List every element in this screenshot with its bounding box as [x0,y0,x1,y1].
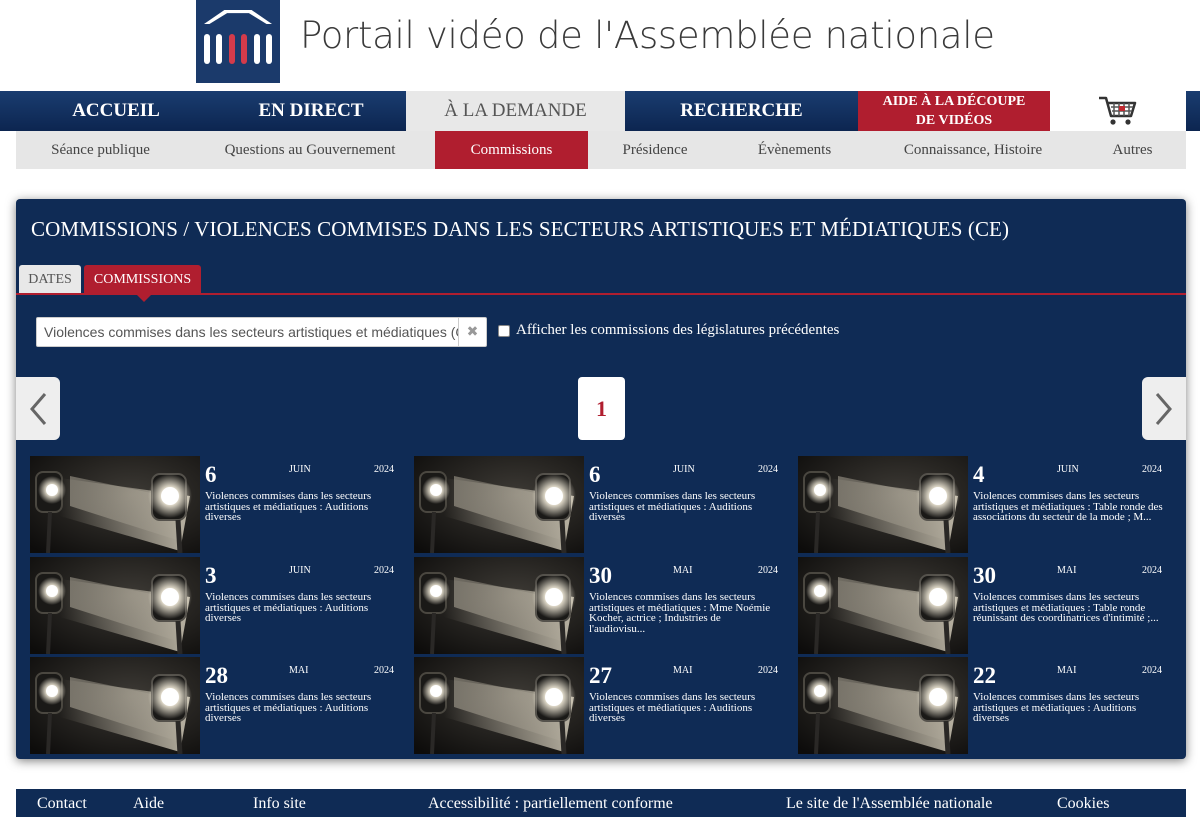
video-title[interactable]: Violences commises dans les secteurs art… [589,592,779,635]
nav-recherche[interactable]: RECHERCHE [625,91,858,131]
video-day: 30 [589,563,612,588]
subnav-commissions[interactable]: Commissions [435,131,588,169]
aide-line-2: DE VIDÉOS [915,113,993,128]
video-thumbnail[interactable] [798,657,968,754]
footer-cookies[interactable]: Cookies [1057,795,1109,813]
subnav-presidence[interactable]: Présidence [588,131,722,169]
video-month: MAI [289,665,309,676]
video-year: 2024 [758,565,778,576]
video-day: 6 [589,462,601,487]
footer-contact[interactable]: Contact [37,795,87,813]
shopping-cart-icon [1099,96,1137,125]
commission-select[interactable]: Violences commises dans les secteurs art… [36,317,487,347]
video-title[interactable]: Violences commises dans les secteurs art… [973,592,1163,624]
video-title[interactable]: Violences commises dans les secteurs art… [205,491,395,523]
video-thumbnail[interactable] [798,456,968,553]
video-thumbnail[interactable] [414,657,584,754]
video-card[interactable]: 3 JUIN 2024 Violences commises dans les … [30,557,402,654]
logo-columns [204,34,272,64]
video-card[interactable]: 27 MAI 2024 Violences commises dans les … [414,657,786,754]
video-month: MAI [673,565,693,576]
clear-icon[interactable]: ✖ [458,318,486,346]
previous-legislatures-label[interactable]: Afficher les commissions des législature… [516,322,839,339]
video-month: MAI [1057,665,1077,676]
footer-accessibilite[interactable]: Accessibilité : partiellement conforme [428,795,673,813]
panel-title: COMMISSIONS / VIOLENCES COMMISES DANS LE… [31,217,1010,241]
commissions-panel: COMMISSIONS / VIOLENCES COMMISES DANS LE… [16,199,1186,759]
video-title[interactable]: Violences commises dans les secteurs art… [589,692,779,724]
aide-line-1: AIDE À LA DÉCOUPE [882,94,1026,109]
sub-nav: Séance publique Questions au Gouvernemen… [16,131,1186,169]
video-title[interactable]: Violences commises dans les secteurs art… [205,692,395,724]
video-month: MAI [673,665,693,676]
video-day: 3 [205,563,217,588]
subnav-questions-gouvernement[interactable]: Questions au Gouvernement [185,131,435,169]
video-title[interactable]: Violences commises dans les secteurs art… [205,592,395,624]
video-year: 2024 [374,665,394,676]
prev-page-button[interactable] [16,377,60,440]
site-title[interactable]: Portail vidéo de l'Assemblée nationale [300,14,995,57]
video-card[interactable]: 4 JUIN 2024 Violences commises dans les … [798,456,1170,553]
main-nav: ACCUEIL EN DIRECT À LA DEMANDE RECHERCHE… [0,91,1200,131]
video-month: JUIN [289,565,311,576]
next-page-button[interactable] [1142,377,1186,440]
video-thumbnail[interactable] [30,557,200,654]
chevron-right-icon [1155,392,1172,425]
footer-aide[interactable]: Aide [133,795,164,813]
video-thumbnail[interactable] [414,456,584,553]
nav-accueil[interactable]: ACCUEIL [16,91,216,131]
video-thumbnail[interactable] [30,456,200,553]
video-month: JUIN [1057,464,1079,475]
video-day: 4 [973,462,985,487]
footer: Contact Aide Info site Accessibilité : p… [16,789,1186,817]
video-day: 6 [205,462,217,487]
video-year: 2024 [374,565,394,576]
previous-legislatures-checkbox[interactable] [498,325,510,337]
video-thumbnail[interactable] [414,557,584,654]
video-year: 2024 [758,665,778,676]
shopping-cart-button[interactable] [1050,91,1186,131]
nav-aide-decoupe[interactable]: AIDE À LA DÉCOUPE DE VIDÉOS [858,91,1050,131]
chevron-left-icon [30,392,47,425]
footer-site-assemblee[interactable]: Le site de l'Assemblée nationale [786,795,992,813]
video-title[interactable]: Violences commises dans les secteurs art… [973,692,1163,724]
video-day: 30 [973,563,996,588]
video-thumbnail[interactable] [30,657,200,754]
video-year: 2024 [1142,464,1162,475]
tab-commissions[interactable]: COMMISSIONS [84,265,201,302]
nav-a-la-demande[interactable]: À LA DEMANDE [406,91,625,131]
video-year: 2024 [758,464,778,475]
subnav-autres[interactable]: Autres [1079,131,1186,169]
video-day: 22 [973,663,996,688]
video-year: 2024 [1142,665,1162,676]
video-year: 2024 [1142,565,1162,576]
subnav-evenements[interactable]: Évènements [722,131,867,169]
video-title[interactable]: Violences commises dans les secteurs art… [973,491,1163,523]
video-day: 28 [205,663,228,688]
subnav-connaissance-histoire[interactable]: Connaissance, Histoire [867,131,1079,169]
tab-dates[interactable]: DATES [19,265,81,294]
video-day: 27 [589,663,612,688]
video-card[interactable]: 30 MAI 2024 Violences commises dans les … [798,557,1170,654]
video-month: MAI [1057,565,1077,576]
video-title[interactable]: Violences commises dans les secteurs art… [589,491,779,523]
video-thumbnail[interactable] [798,557,968,654]
footer-info-site[interactable]: Info site [253,795,306,813]
video-card[interactable]: 28 MAI 2024 Violences commises dans les … [30,657,402,754]
video-card[interactable]: 6 JUIN 2024 Violences commises dans les … [30,456,402,553]
video-year: 2024 [374,464,394,475]
commission-select-value: Violences commises dans les secteurs art… [44,324,458,340]
logo-roof [204,10,272,24]
subnav-seance-publique[interactable]: Séance publique [16,131,185,169]
nav-en-direct[interactable]: EN DIRECT [216,91,406,131]
video-month: JUIN [289,464,311,475]
assemblee-nationale-logo[interactable] [196,0,280,83]
video-card[interactable]: 6 JUIN 2024 Violences commises dans les … [414,456,786,553]
video-card[interactable]: 22 MAI 2024 Violences commises dans les … [798,657,1170,754]
video-card[interactable]: 30 MAI 2024 Violences commises dans les … [414,557,786,654]
video-month: JUIN [673,464,695,475]
page-number-button[interactable]: 1 [578,377,625,440]
tabs-divider [16,293,1186,295]
